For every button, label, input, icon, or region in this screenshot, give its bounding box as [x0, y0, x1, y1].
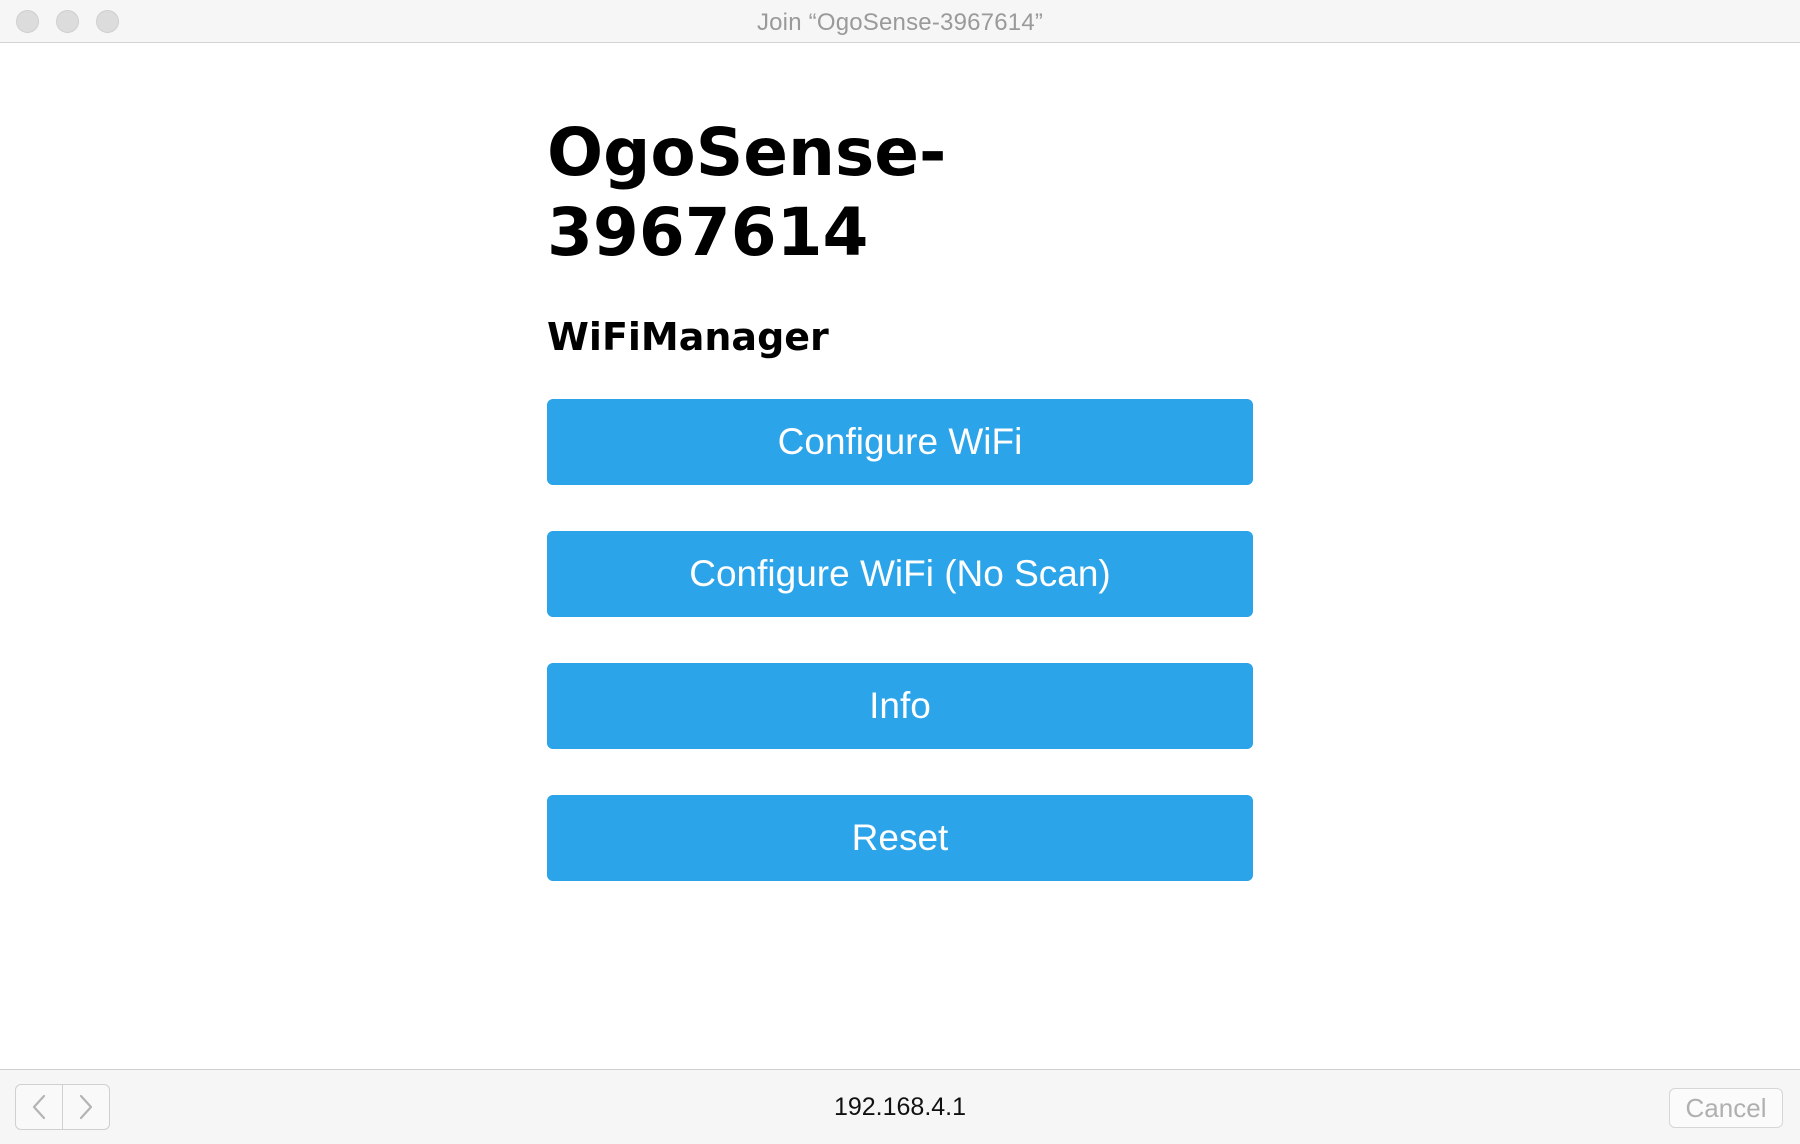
configure-wifi-button[interactable]: Configure WiFi	[547, 399, 1253, 485]
page-title: OgoSense-3967614	[547, 114, 947, 271]
info-button[interactable]: Info	[547, 663, 1253, 749]
captive-portal-window: Join “OgoSense-3967614” OgoSense-3967614…	[0, 0, 1800, 1144]
window-title: Join “OgoSense-3967614”	[756, 9, 1044, 36]
url-label: 192.168.4.1	[833, 1093, 967, 1121]
page-subtitle: WiFiManager	[547, 315, 829, 359]
bottom-toolbar: 192.168.4.1 Cancel	[0, 1069, 1800, 1144]
cancel-button[interactable]: Cancel	[1669, 1088, 1783, 1128]
title-bar: Join “OgoSense-3967614”	[0, 0, 1800, 43]
reset-button[interactable]: Reset	[547, 795, 1253, 881]
menu-buttons: Configure WiFi Configure WiFi (No Scan) …	[547, 399, 1253, 881]
portal-content: OgoSense-3967614 WiFiManager Configure W…	[547, 43, 1253, 927]
configure-wifi-no-scan-button[interactable]: Configure WiFi (No Scan)	[547, 531, 1253, 617]
